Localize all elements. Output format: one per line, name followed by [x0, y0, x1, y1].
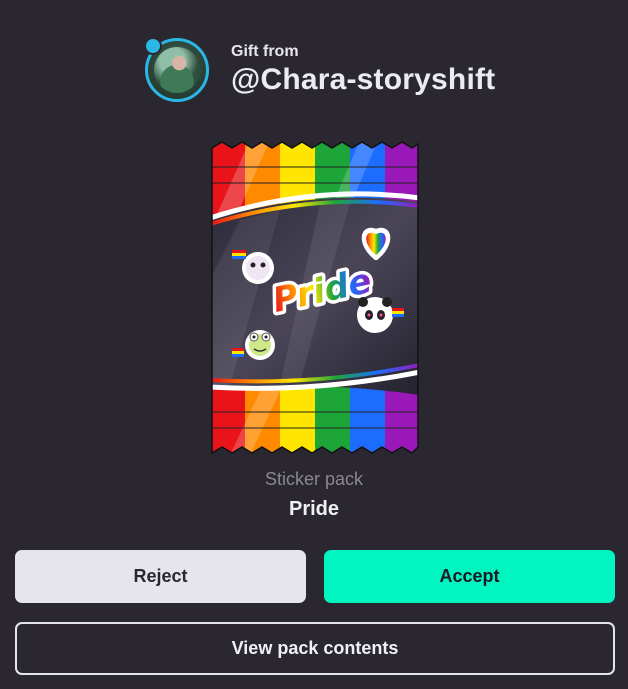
- accept-button[interactable]: Accept: [324, 550, 615, 603]
- gift-header-text: Gift from @Chara-storyshift: [231, 43, 495, 97]
- view-pack-contents-button[interactable]: View pack contents: [15, 622, 615, 675]
- avatar-image: [154, 47, 200, 93]
- sticker-pack-image: Pride Pride: [210, 140, 420, 455]
- gift-from-label: Gift from: [231, 43, 299, 60]
- sticker-pack-art: Pride Pride: [211, 141, 419, 455]
- pack-name: Pride: [288, 498, 340, 520]
- rainbow-heart-sticker: [361, 227, 391, 260]
- sender-username[interactable]: @Chara-storyshift: [231, 63, 495, 97]
- sender-avatar[interactable]: [144, 37, 209, 102]
- reject-button[interactable]: Reject: [15, 550, 306, 603]
- pack-type-label: Sticker pack: [264, 469, 364, 489]
- avatar-badge-icon: [144, 37, 162, 55]
- gift-header: Gift from @Chara-storyshift: [144, 37, 495, 102]
